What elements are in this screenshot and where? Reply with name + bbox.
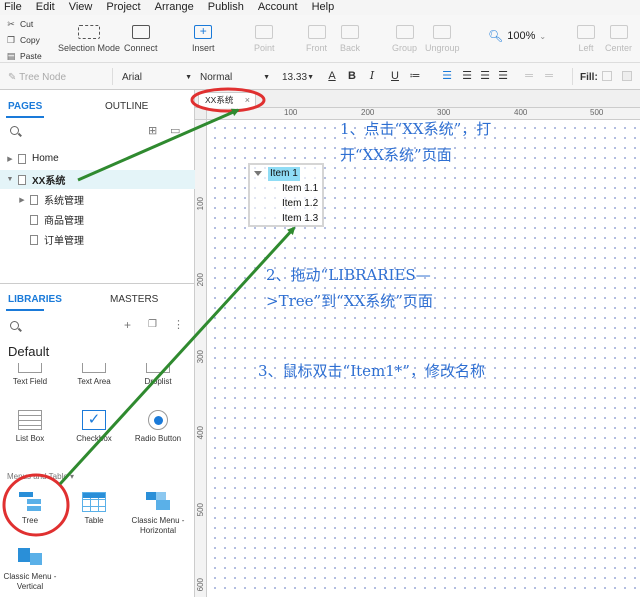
- highlight-circle-tree-widget: [2, 473, 70, 537]
- arrow-to-tab: [77, 108, 240, 182]
- annotation-overlay: [2, 87, 296, 537]
- arrow-to-tree: [58, 226, 296, 486]
- highlight-circle-tab: [190, 87, 266, 113]
